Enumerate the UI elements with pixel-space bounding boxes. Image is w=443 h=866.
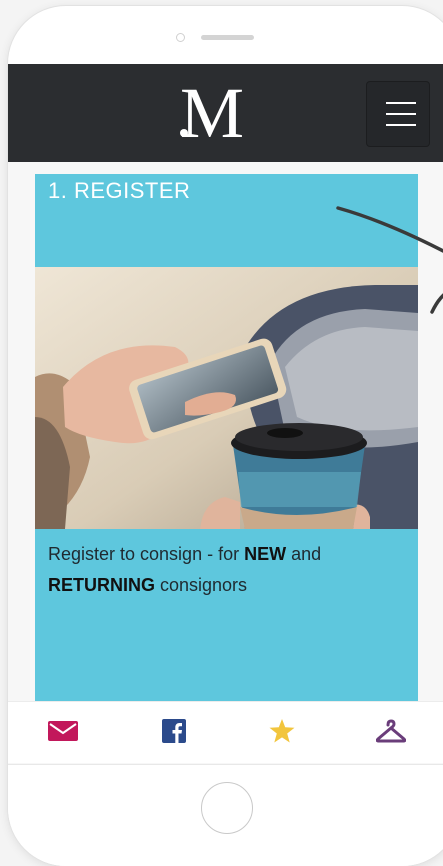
app-screen: M 1. REGISTER Register to consign - for … xyxy=(8,64,443,764)
home-button[interactable] xyxy=(201,782,253,834)
phone-frame: M 1. REGISTER Register to consign - for … xyxy=(8,6,443,866)
bottom-navigation xyxy=(8,701,443,763)
earpiece-speaker xyxy=(201,35,254,40)
star-icon[interactable] xyxy=(269,719,295,749)
card-description: Register to consign - for NEW and RETURN… xyxy=(48,539,388,601)
facebook-icon[interactable] xyxy=(162,719,186,748)
description-text-1: Register to consign - for xyxy=(48,544,245,564)
brand-logo[interactable]: M xyxy=(172,70,252,156)
description-bold-new: NEW xyxy=(244,544,287,564)
description-text-3: consignors xyxy=(155,575,248,595)
hanger-icon[interactable] xyxy=(375,719,407,750)
app-header: M xyxy=(8,64,443,162)
description-bold-returning: RETURNING xyxy=(48,575,155,595)
decorative-stroke xyxy=(336,206,443,314)
menu-button[interactable] xyxy=(367,82,429,146)
front-camera xyxy=(176,33,185,42)
description-text-2: and xyxy=(286,544,322,564)
brand-logo-dot xyxy=(180,129,188,137)
card-title: 1. REGISTER xyxy=(48,178,191,203)
mail-icon[interactable] xyxy=(48,719,78,748)
phone-bottom-bezel xyxy=(8,764,443,866)
